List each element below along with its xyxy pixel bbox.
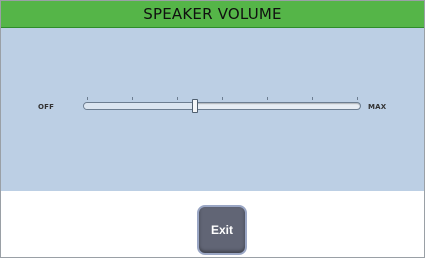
footer-bar: Exit xyxy=(1,191,424,257)
exit-button[interactable]: Exit xyxy=(197,205,247,255)
volume-slider[interactable] xyxy=(79,92,365,122)
slider-max-label: MAX xyxy=(368,103,387,111)
slider-fill xyxy=(84,103,195,109)
slider-tick xyxy=(312,97,313,100)
slider-thumb[interactable] xyxy=(192,99,198,113)
title-bar: SPEAKER VOLUME xyxy=(1,1,424,28)
slider-tick xyxy=(222,97,223,100)
slider-min-label: OFF xyxy=(38,103,55,111)
slider-tick xyxy=(357,97,358,100)
slider-tick xyxy=(267,97,268,100)
speaker-volume-screen: SPEAKER VOLUME OFF MAX Exit xyxy=(0,0,425,258)
volume-panel: OFF MAX xyxy=(1,28,424,191)
slider-tick xyxy=(87,97,88,100)
slider-tick xyxy=(132,97,133,100)
slider-tick xyxy=(177,97,178,100)
page-title: SPEAKER VOLUME xyxy=(143,5,282,23)
